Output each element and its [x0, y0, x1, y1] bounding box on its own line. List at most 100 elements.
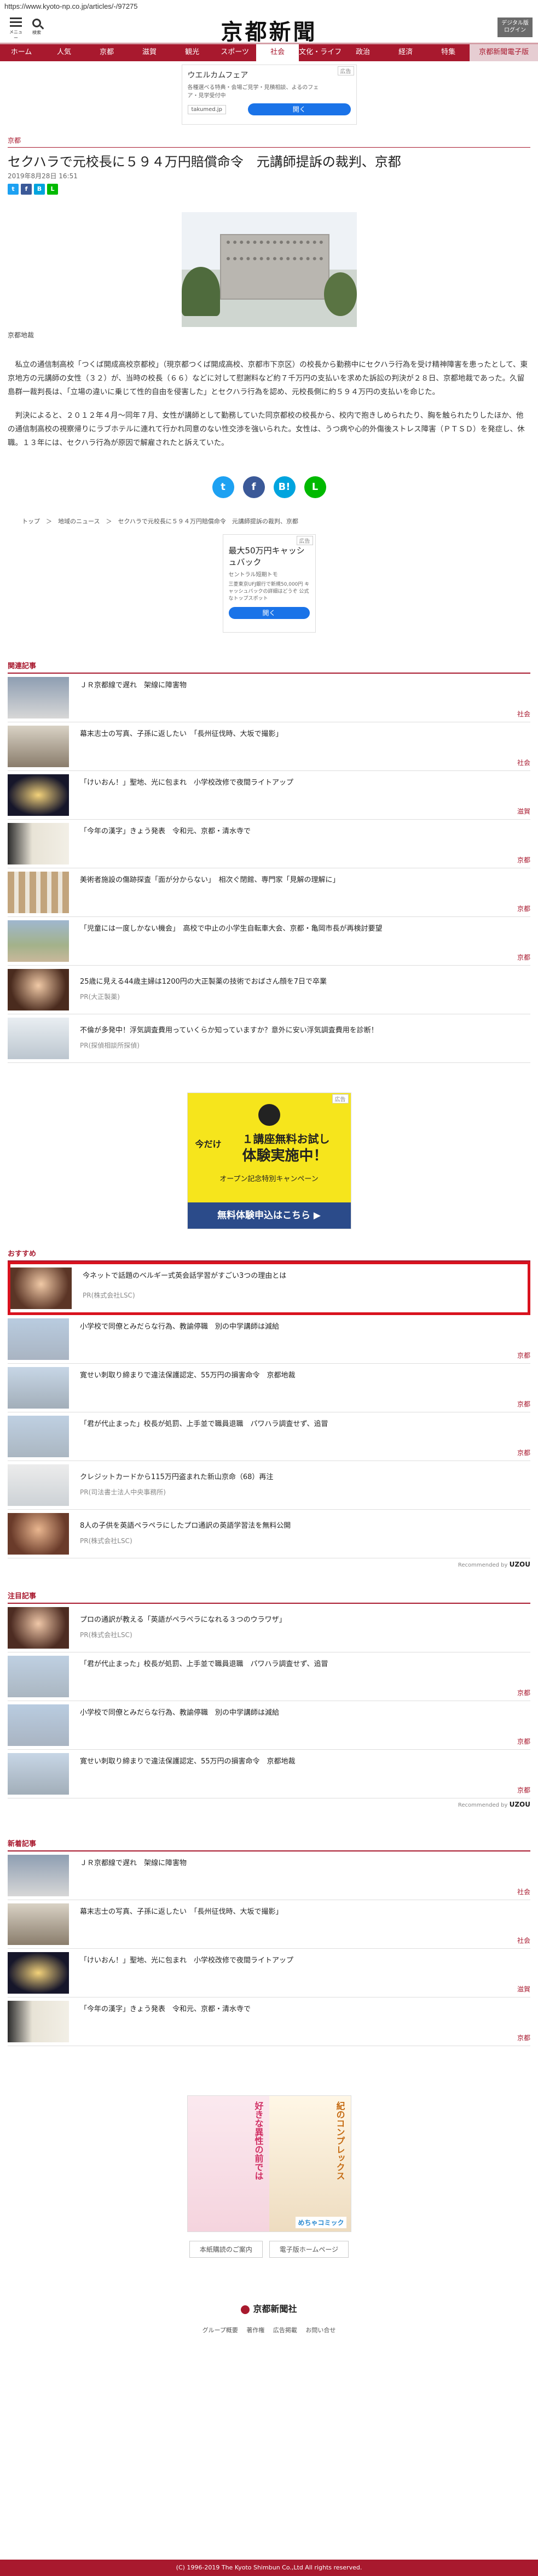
ad-title: ウエルカムフェア	[187, 71, 248, 80]
list-item[interactable]: 「君が代止まった」校長が処罰、上手並で職員退職 パワハラ調査せず、追冒 京都	[8, 1412, 530, 1461]
popular-section: 注目記事 プロの通訳が教える「英語がペラペラになれる３つのウラワザ」 PR(株式…	[0, 1590, 538, 1810]
twitter-icon[interactable]: t	[8, 184, 19, 195]
footer-logo[interactable]: 京都新聞社	[0, 2302, 538, 2315]
list-item[interactable]: 「けいおん！」聖地、光に包まれ 小学校改修で夜間ライトアップ 滋賀	[8, 1949, 530, 1997]
nav-shiga[interactable]: 滋賀	[128, 44, 171, 61]
latest-title: 新着記事	[8, 1840, 37, 1848]
ad-tag: 広告	[332, 1094, 349, 1103]
thumbnail	[8, 1416, 69, 1457]
footer-nav-item[interactable]: 広告掲載	[273, 2327, 297, 2334]
article-section[interactable]: 京都	[0, 136, 538, 145]
nav-popular[interactable]: 人気	[43, 44, 85, 61]
list-item[interactable]: ＪＲ京都線で遅れ 架線に障害物 社会	[8, 674, 530, 722]
search-button[interactable]: 検索	[28, 15, 45, 38]
item-category: 社会	[517, 1888, 530, 1896]
item-category: 京都	[517, 2034, 530, 2042]
address-bar[interactable]: https://www.kyoto-np.co.jp/articles/-/97…	[0, 0, 538, 12]
nav-culture[interactable]: 文化・ライフ	[299, 44, 342, 61]
ad-text: 三菱東京UFJ銀行で新規50,000円 キャッシュバックの詳細はどうぞ 公式なト…	[228, 582, 310, 601]
footer-link[interactable]: 本紙購読のご案内	[189, 2241, 263, 2258]
top-ad[interactable]: 広告 ウエルカムフェア 各種選べる特典・会場ご見学・見積相談、よるのフェア・見学…	[181, 65, 357, 125]
ad-tag: 広告	[296, 536, 313, 545]
item-sponsor: PR(株式会社LSC)	[80, 1537, 132, 1545]
footer-link[interactable]: 電子版ホームページ	[269, 2241, 349, 2258]
item-category: 京都	[517, 1449, 530, 1457]
thumbnail	[8, 726, 69, 767]
ad-open-button[interactable]: 開く	[247, 103, 351, 115]
thumbnail	[8, 1903, 69, 1945]
nav-digital[interactable]: 京都新聞電子版	[470, 44, 538, 61]
comic-ad[interactable]: 好きな異性の前では 紀のコンプレックス めちゃコミック	[187, 2095, 351, 2232]
site-logo[interactable]: 京都新聞	[221, 14, 317, 46]
thumbnail	[8, 969, 69, 1010]
line-icon[interactable]: L	[304, 476, 326, 498]
logo-mark-icon	[241, 2305, 250, 2314]
list-item[interactable]: 「今年の漢字」きょう発表 令和元、京都・清水寺で 京都	[8, 1997, 530, 2046]
list-item[interactable]: 「今年の漢字」きょう発表 令和元、京都・清水寺で 京都	[8, 820, 530, 868]
thumbnail	[8, 1367, 69, 1409]
nav-politics[interactable]: 政治	[342, 44, 384, 61]
banner-cta-button[interactable]: 無料体験申込はこちら ▶	[187, 1202, 351, 1229]
list-item[interactable]: 寛せい刺取り締まりで違法保護認定、55万円の損害命令 京都地裁 京都	[8, 1364, 530, 1412]
pr-item[interactable]: 25歳に見える44歳主婦は1200円の大正製薬の技術でおばさん顔を7日で卒業 P…	[8, 966, 530, 1014]
nav-home[interactable]: ホーム	[0, 44, 43, 61]
nav-kyoto[interactable]: 京都	[85, 44, 128, 61]
list-item[interactable]: 小学校で同僚とみだらな行為、教諭停職 別の中学講師は減給 京都	[8, 1315, 530, 1364]
list-item[interactable]: ＪＲ京都線で遅れ 架線に障害物 社会	[8, 1851, 530, 1900]
item-title: プロの通訳が教える「英語がペラペラになれる３つのウラワザ」	[80, 1616, 286, 1624]
item-title: 不倫が多発中！浮気調査費用っていくらか知っていますか？意外に安い浮気調査費用を診…	[80, 1026, 378, 1035]
pr-item[interactable]: プロの通訳が教える「英語がペラペラになれる３つのウラワザ」 PR(株式会社LSC…	[8, 1604, 530, 1652]
tree-shape	[181, 267, 220, 316]
facebook-icon[interactable]: f	[242, 476, 265, 498]
mid-ad[interactable]: 広告 最大50万円キャッシュバック セントラル短期トモ 三菱東京UFJ銀行で新規…	[222, 534, 316, 633]
item-title: 寛せい刺取り締まりで違法保護認定、55万円の損害命令 京都地裁	[80, 1757, 296, 1766]
item-category: 社会	[517, 1937, 530, 1944]
banner-ad[interactable]: 広告 今だけ １講座無料お試し 体験実施中！ オープン記念特別キャンペーン 無料…	[187, 1093, 351, 1229]
list-item[interactable]: 「児童には一度しかない機会」 高校で中止の小学生自転車大会、京都・亀岡市長が再検…	[8, 917, 530, 966]
popular-title: 注目記事	[8, 1592, 37, 1600]
article-paragraph: 判決によると、２０１２年４月〜同年７月、女性が講師として勤務していた同京都校の校…	[8, 411, 525, 447]
list-item[interactable]: 幕末志士の写真、子孫に返したい 「長州征伐時、大坂で撮影」 社会	[8, 722, 530, 771]
list-item[interactable]: 小学校で同僚とみだらな行為、教諭停職 別の中学講師は減給 京都	[8, 1701, 530, 1750]
comic-panel-left: 好きな異性の前では	[187, 2096, 269, 2232]
twitter-icon[interactable]: t	[212, 476, 234, 498]
footer-nav-item[interactable]: グループ概要	[203, 2327, 238, 2334]
list-item[interactable]: 「君が代止まった」校長が処罰、上手並で職員退職 パワハラ調査せず、追冒 京都	[8, 1652, 530, 1701]
hatena-icon[interactable]: B	[34, 184, 45, 195]
banner-main-2: 体験実施中！	[242, 1148, 328, 1164]
thumbnail	[8, 1464, 69, 1506]
footer-nav-item[interactable]: お問い合せ	[305, 2327, 335, 2334]
nav-economy[interactable]: 経済	[384, 44, 427, 61]
credit-brand[interactable]: UZOU	[510, 1801, 530, 1808]
related-section: 関連記事 ＪＲ京都線で遅れ 架線に障害物 社会 幕末志士の写真、子孫に返したい …	[0, 660, 538, 1063]
ad-domain: takumed.jp	[187, 104, 226, 114]
nav-tourism[interactable]: 観光	[171, 44, 213, 61]
list-item[interactable]: 美術者施設の傷跡探査「面が分からない」 相次ぐ閉館、専門家「見解の理解に」 京都	[8, 868, 530, 917]
item-title: 「君が代止まった」校長が処罰、上手並で職員退職 パワハラ調査せず、追冒	[80, 1660, 328, 1668]
breadcrumb[interactable]: トップ ＞ 地域のニュース ＞ セクハラで元校長に５９４万円賠償命令 元講師提訴…	[0, 517, 538, 525]
digital-label: デジタル版	[501, 20, 529, 26]
thumbnail	[8, 1952, 69, 1994]
nav-society[interactable]: 社会	[256, 44, 299, 61]
search-label: 検索	[32, 30, 41, 35]
nav-sports[interactable]: スポーツ	[213, 44, 256, 61]
digital-login-button[interactable]: デジタル版 ログイン	[497, 17, 533, 37]
facebook-icon[interactable]: f	[21, 184, 32, 195]
list-item[interactable]: 寛せい刺取り締まりで違法保護認定、55万円の損害命令 京都地裁 京都	[8, 1750, 530, 1798]
nav-special[interactable]: 特集	[427, 44, 470, 61]
pr-item[interactable]: 8人の子供を英語ペラペラにしたプロ通訳の英語学習法を無料公開 PR(株式会社LS…	[8, 1510, 530, 1558]
line-icon[interactable]: L	[47, 184, 58, 195]
item-sponsor: PR(株式会社LSC)	[80, 1631, 132, 1639]
pr-item[interactable]: クレジットカードから115万円盗まれた新山京命（68）再注 PR(司法書士法人中…	[8, 1461, 530, 1510]
menu-button[interactable]: メニュー	[8, 15, 24, 40]
comic-brand: めちゃコミック	[296, 2217, 346, 2228]
footer-nav-item[interactable]: 著作権	[246, 2327, 264, 2334]
hatena-icon[interactable]: B!	[273, 476, 296, 498]
credit-brand[interactable]: UZOU	[510, 1561, 530, 1568]
item-title: 8人の子供を英語ペラペラにしたプロ通訳の英語学習法を無料公開	[80, 1522, 291, 1530]
pr-item[interactable]: 今ネットで話題のベルギー式英会話学習がすごい3つの理由とは PR(株式会社LSC…	[10, 1264, 528, 1312]
ad-open-button[interactable]: 開く	[228, 607, 310, 619]
pr-item[interactable]: 不倫が多発中！浮気調査費用っていくらか知っていますか？意外に安い浮気調査費用を診…	[8, 1014, 530, 1063]
list-item[interactable]: 幕末志士の写真、子孫に返したい 「長州征伐時、大坂で撮影」 社会	[8, 1900, 530, 1949]
list-item[interactable]: 「けいおん！」聖地、光に包まれ 小学校改修で夜間ライトアップ 滋賀	[8, 771, 530, 820]
